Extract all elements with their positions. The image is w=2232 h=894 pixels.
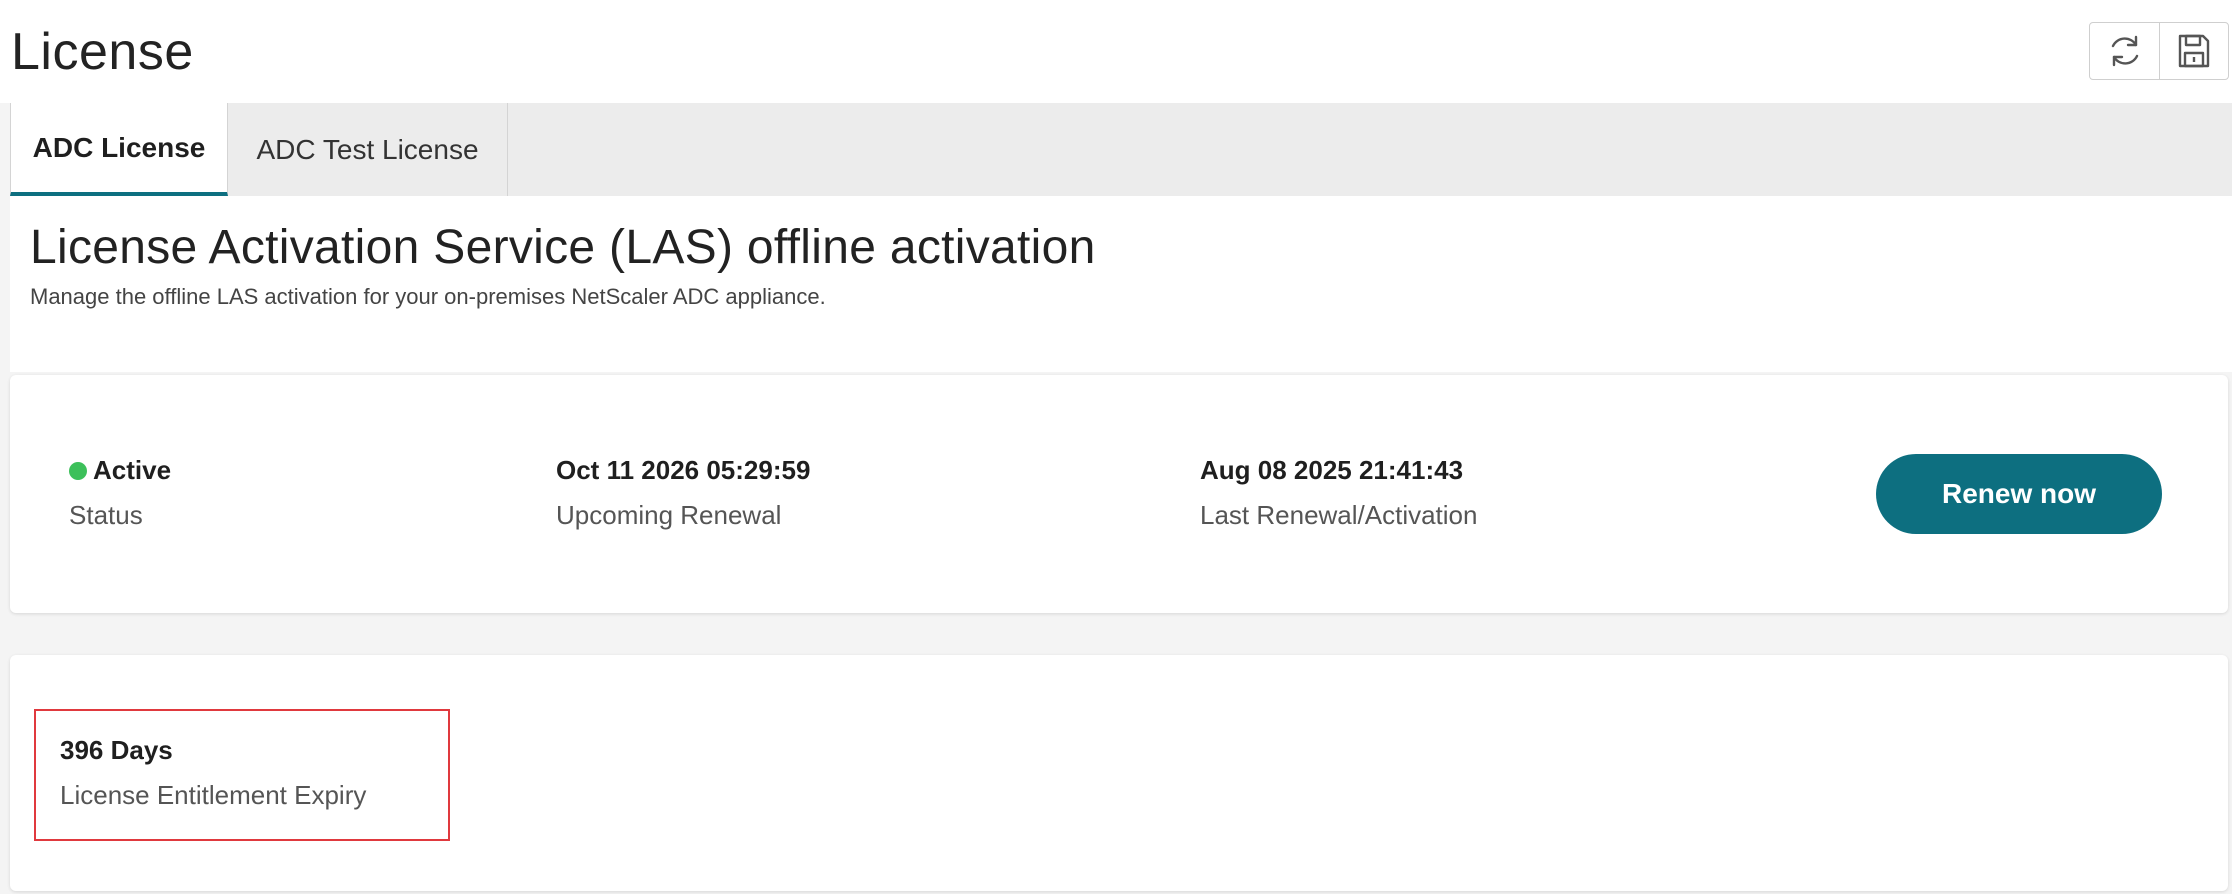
expiry-label: License Entitlement Expiry: [60, 780, 367, 810]
last-renewal-info: Aug 08 2025 21:41:43 Last Renewal/Activa…: [1200, 455, 1477, 531]
section-subtitle: Manage the offline LAS activation for yo…: [30, 284, 826, 309]
status-active-icon: [69, 461, 87, 480]
status-info: Active Status: [69, 455, 171, 531]
toolbar: [2089, 22, 2229, 80]
last-renewal-label: Last Renewal/Activation: [1200, 500, 1478, 530]
save-button[interactable]: [2159, 23, 2228, 79]
upcoming-renewal-label: Upcoming Renewal: [556, 500, 782, 530]
save-icon: [2178, 34, 2210, 68]
status-value: Active: [93, 455, 172, 485]
expiry-value: 396 Days: [60, 735, 173, 765]
last-renewal-value: Aug 08 2025 21:41:43: [1200, 455, 1464, 485]
tab-bar: ADC License ADC Test License: [10, 103, 2232, 196]
tab-adc-license[interactable]: ADC License: [10, 103, 228, 196]
expiry-highlight-box: 396 Days License Entitlement Expiry: [34, 709, 450, 841]
license-expiry-card: 396 Days License Entitlement Expiry: [10, 655, 2228, 891]
section-title: License Activation Service (LAS) offline…: [30, 221, 1096, 274]
license-status-card: Active Status Oct 11 2026 05:29:59 Upcom…: [10, 375, 2228, 613]
refresh-icon: [2111, 35, 2138, 67]
tab-adc-test-license[interactable]: ADC Test License: [228, 103, 508, 196]
status-value-row: Active: [69, 455, 171, 486]
license-page: License ADC License ADC Test License Lic…: [0, 0, 2232, 894]
upcoming-renewal-info: Oct 11 2026 05:29:59 Upcoming Renewal: [556, 455, 810, 531]
renew-now-button[interactable]: Renew now: [1876, 454, 2162, 534]
upcoming-renewal-value: Oct 11 2026 05:29:59: [556, 455, 811, 485]
page-header: License: [0, 0, 2232, 103]
refresh-button[interactable]: [2090, 23, 2159, 79]
status-label: Status: [69, 500, 143, 530]
page-title: License: [11, 23, 194, 81]
expiry-info: 396 Days License Entitlement Expiry: [60, 735, 366, 811]
